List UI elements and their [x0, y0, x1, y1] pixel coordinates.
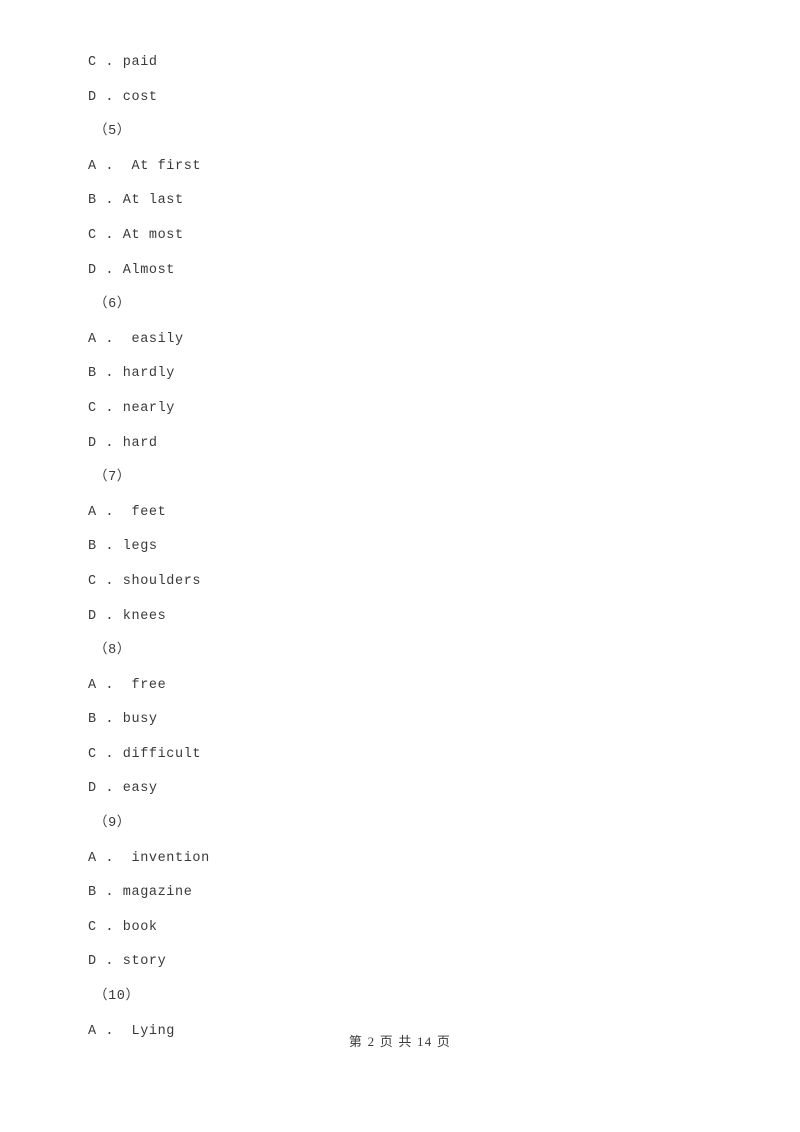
option-line: C . shoulders: [88, 573, 202, 589]
question-number-line: （9）: [94, 816, 131, 832]
option-line: D . cost: [88, 89, 158, 105]
option-line: B . busy: [88, 712, 158, 728]
question-number-line: （6）: [94, 297, 131, 313]
option-line: C . paid: [88, 55, 158, 70]
option-line: A . feet: [88, 504, 167, 520]
option-line: D . story: [88, 954, 167, 970]
question-number-line: （8）: [94, 643, 131, 659]
option-line: B . hardly: [88, 366, 176, 382]
option-line: A . easily: [88, 331, 184, 347]
option-line: B . magazine: [88, 885, 193, 901]
option-line: C . nearly: [88, 400, 176, 416]
option-line: D . hard: [88, 435, 158, 451]
question-options-list: C . paid D . cost （5） A . At first B . A…: [88, 46, 748, 1049]
option-line: B . At last: [88, 193, 184, 209]
option-line: A . free: [88, 677, 167, 693]
option-line: A . invention: [88, 850, 210, 866]
option-line: C . At most: [88, 227, 184, 243]
option-line: D . easy: [88, 781, 158, 797]
option-line: C . book: [88, 919, 158, 935]
page-footer: 第 2 页 共 14 页: [348, 1034, 452, 1049]
option-line: B . legs: [88, 539, 158, 555]
document-page: C . paid D . cost （5） A . At first B . A…: [0, 0, 800, 1132]
question-number-line: （5）: [94, 124, 131, 140]
question-number-line: （10）: [94, 989, 140, 1005]
option-line: D . knees: [88, 608, 167, 624]
option-line: A . At first: [88, 158, 202, 174]
question-number-line: （7）: [94, 470, 131, 486]
option-line: C . difficult: [88, 746, 202, 762]
option-line: D . Almost: [88, 262, 176, 278]
